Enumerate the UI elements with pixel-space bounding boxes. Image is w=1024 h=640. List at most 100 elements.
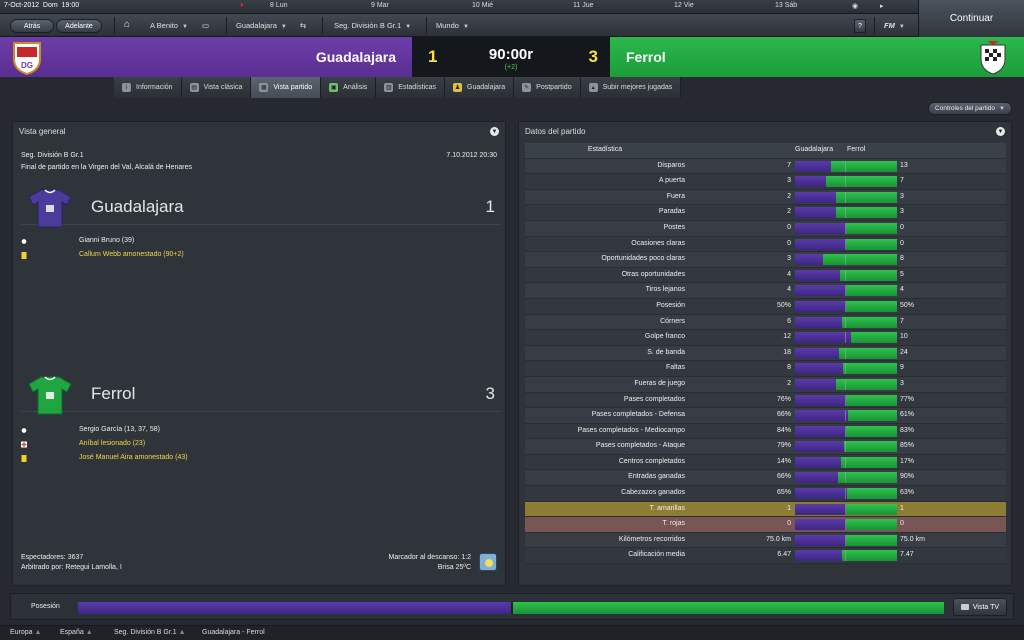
stat-away-value: 90%	[900, 473, 915, 481]
ball-icon	[21, 427, 27, 434]
world-menu[interactable]: Mundo ▼	[436, 21, 469, 30]
stat-home-fill	[795, 285, 846, 297]
tab-informacion[interactable]: i Información	[114, 77, 182, 98]
current-date: 7-Oct-2012 Dom 19:00	[4, 2, 80, 9]
event-text[interactable]: Aníbal lesionado (23)	[79, 440, 145, 447]
stats-row: Faltas 8 9	[525, 361, 1006, 377]
calendar-day[interactable]: 12 Vie	[674, 2, 694, 9]
panel-menu-icon[interactable]: ▼	[490, 127, 499, 136]
away-team-name[interactable]: Ferrol	[626, 49, 666, 65]
event-text[interactable]: Callum Webb amonestado (90+2)	[79, 251, 184, 258]
stat-home-value: 6	[787, 317, 791, 325]
stats-row: Córners 6 7	[525, 314, 1006, 331]
calendar-day[interactable]: 8 Lun	[270, 2, 288, 9]
tab-label: Postpartido	[536, 84, 572, 91]
weather-text: Brisa 25ºC	[437, 564, 471, 571]
stats-row: Pases completados - Defensa 66% 61%	[525, 408, 1006, 424]
next-arrow-icon[interactable]: ▸	[880, 2, 884, 10]
manager-menu[interactable]: A Benito ▼	[150, 21, 188, 30]
forward-button[interactable]: Adelante	[56, 19, 102, 33]
stat-home-fill	[795, 534, 846, 546]
tab-estadisticas[interactable]: ▥ Estadísticas	[376, 77, 446, 98]
away-team-goals: 3	[485, 384, 495, 403]
stat-away-fill	[846, 300, 897, 312]
referee[interactable]: Arbitrado por: Retegui Lamolla, I	[21, 564, 122, 571]
help-button[interactable]: ?	[854, 19, 866, 33]
calendar-day[interactable]: 9 Mar	[371, 2, 389, 9]
panel-header: Datos del partido ▼	[519, 122, 1011, 140]
away-score: 3	[588, 47, 598, 66]
swap-icon[interactable]: ⇆	[300, 21, 306, 30]
stat-comparison-bar	[795, 254, 897, 266]
stat-home-fill	[795, 488, 847, 500]
inbox-icon[interactable]: ▭	[202, 21, 209, 30]
stat-comparison-bar	[795, 160, 897, 172]
stat-away-value: 24	[900, 348, 908, 356]
home-icon[interactable]: ⌂	[124, 19, 130, 30]
away-crest-icon[interactable]	[976, 39, 1010, 75]
team-icon: ♟	[453, 83, 463, 92]
stat-away-value: 0	[900, 239, 904, 247]
classic-view-icon: ▤	[189, 83, 199, 92]
stat-home-fill	[795, 160, 831, 172]
stat-label: Calificación media	[628, 551, 685, 559]
away-team-title[interactable]: Ferrol	[91, 384, 135, 404]
home-team-name[interactable]: Guadalajara	[316, 49, 396, 65]
injury-icon	[21, 441, 27, 448]
calendar-day[interactable]: 11 Jue	[573, 2, 594, 9]
stat-label: Golpe franco	[644, 333, 685, 341]
ball-icon	[21, 238, 27, 245]
stat-comparison-bar	[795, 207, 897, 219]
stat-label: T. amarillas	[649, 504, 685, 512]
back-button[interactable]: Atrás	[10, 19, 54, 33]
event-text[interactable]: José Manuel Aira amonestado (43)	[79, 454, 188, 461]
stat-comparison-bar	[795, 456, 897, 468]
match-venue: Final de partido en la Virgen del Val, A…	[21, 164, 192, 171]
calendar-strip: 7-Oct-2012 Dom 19:00 ♦ 8 Lun 9 Mar 10 Mi…	[0, 0, 918, 14]
breadcrumb-item[interactable]: España ▲	[60, 629, 93, 636]
stat-label: Posesión	[656, 301, 685, 309]
continue-button[interactable]: Continuar	[918, 0, 1024, 37]
stat-comparison-bar	[795, 394, 897, 406]
stat-midline	[845, 503, 846, 515]
stat-label: Pases completados - Mediocampo	[577, 426, 685, 434]
breadcrumb-item[interactable]: Seg. División B Gr.1 ▲	[114, 629, 186, 636]
match-controls-dropdown[interactable]: Controles del partido ▼	[928, 102, 1012, 115]
chevron-up-icon: ▲	[178, 629, 186, 636]
stats-row: Entradas ganadas 66% 90%	[525, 470, 1006, 487]
stats-header-row: Estadística Guadalajara Ferrol	[525, 143, 1006, 159]
tab-guadalajara[interactable]: ♟ Guadalajara	[445, 77, 515, 98]
calendar-day[interactable]: 13 Sáb	[775, 2, 797, 9]
stat-label: A puerta	[658, 177, 685, 185]
fm-menu[interactable]: FM ▼	[884, 21, 905, 30]
breadcrumb-item[interactable]: Europa ▲	[10, 629, 41, 636]
tab-subir-mejores-jugadas[interactable]: ▴ Subir mejores jugadas	[580, 77, 682, 98]
stat-home-value: 79%	[776, 442, 791, 450]
tab-analisis[interactable]: ▣ Análisis	[321, 77, 377, 98]
stat-label: Entradas ganadas	[628, 473, 685, 481]
tv-view-button[interactable]: Vista TV	[953, 598, 1007, 616]
event-text[interactable]: Gianni Bruno (39)	[79, 237, 134, 244]
stat-home-fill	[795, 425, 846, 437]
breadcrumb-item[interactable]: Guadalajara - Ferrol	[202, 629, 265, 636]
home-crest-icon[interactable]: DG	[8, 39, 46, 75]
tab-postpartido[interactable]: ✎ Postpartido	[514, 77, 581, 98]
competition-menu[interactable]: Seg. División B Gr.1 ▼	[334, 21, 411, 30]
stat-home-value: 6.47	[777, 551, 791, 559]
home-team-title[interactable]: Guadalajara	[91, 197, 184, 217]
club-menu[interactable]: Guadalajara ▼	[236, 21, 287, 30]
calendar-day[interactable]: 10 Mié	[472, 2, 493, 9]
stat-label: Otras oportunidades	[621, 270, 685, 278]
stat-label: Fueras de juego	[634, 379, 685, 387]
stat-label: Faltas	[665, 364, 685, 372]
panel-menu-icon[interactable]: ▼	[996, 127, 1005, 136]
tab-vista-clasica[interactable]: ▤ Vista clásica	[181, 77, 252, 98]
stat-comparison-bar	[795, 176, 897, 188]
tab-vista-partido[interactable]: ▦ Vista partido	[251, 77, 322, 98]
stat-away-value: 75.0 km	[900, 535, 925, 543]
match-tabs: i Información ▤ Vista clásica ▦ Vista parti…	[114, 77, 682, 98]
stat-label: Córners	[660, 317, 685, 325]
stat-away-value: 1	[900, 504, 904, 512]
event-text[interactable]: Sergio García (13, 37, 58)	[79, 426, 160, 433]
divider	[426, 17, 427, 34]
